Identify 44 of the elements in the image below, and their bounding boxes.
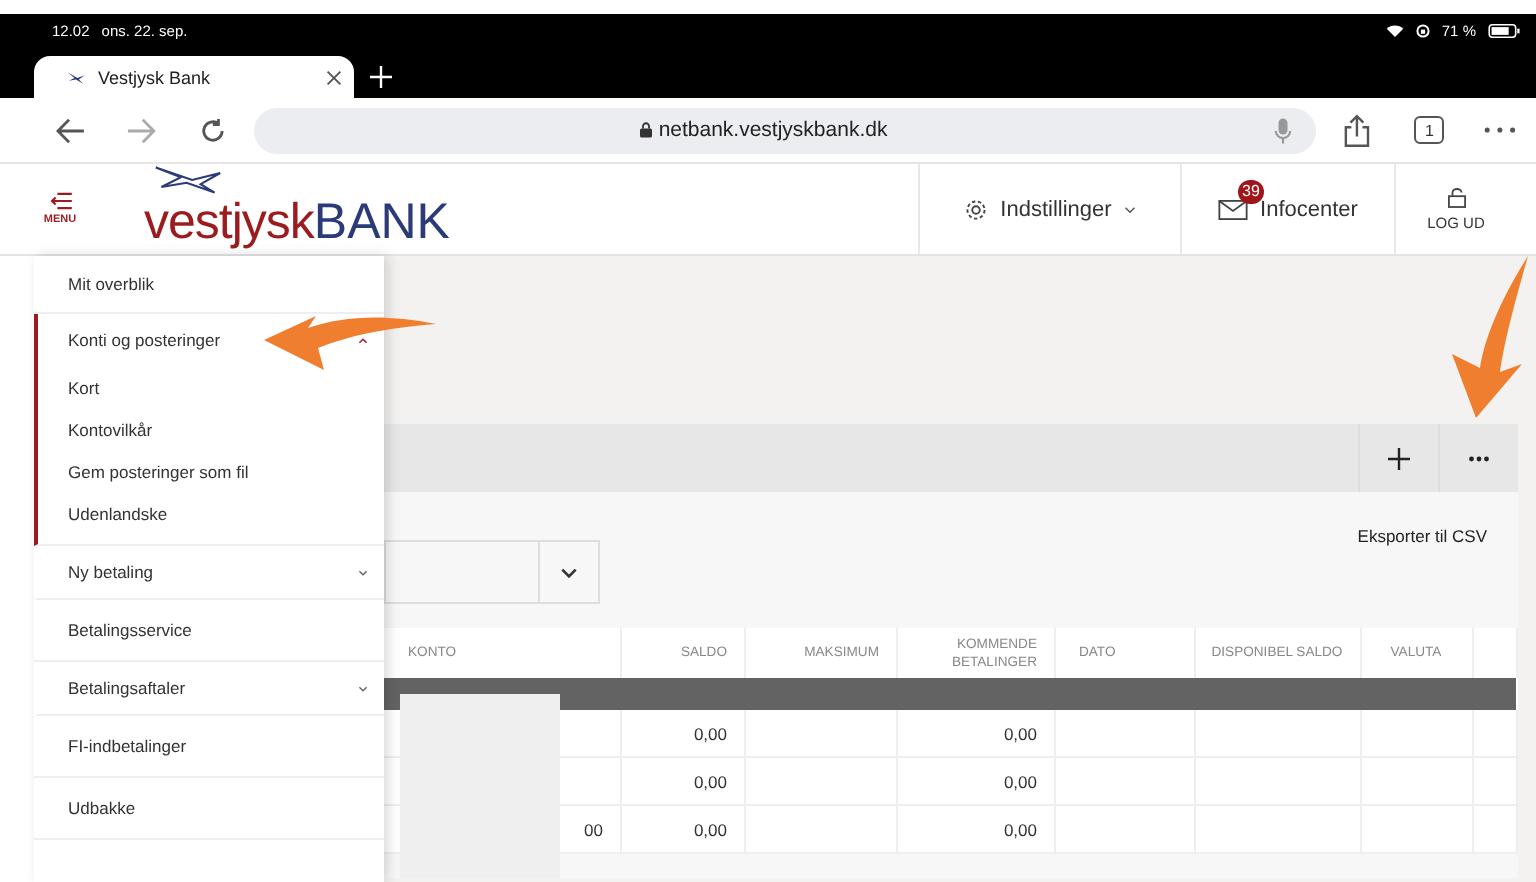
tab-title: Vestjysk Bank <box>98 67 213 87</box>
table-cell: 0,00 <box>620 710 744 757</box>
wifi-icon <box>1385 24 1404 38</box>
reload-icon[interactable] <box>199 117 226 143</box>
more-icon[interactable] <box>1484 126 1517 134</box>
menu-item[interactable]: Udbakke <box>34 778 384 840</box>
bird-icon <box>66 69 86 85</box>
address-bar[interactable]: netbank.vestjyskbank.dk <box>253 107 1317 153</box>
lock-icon <box>640 122 653 138</box>
menu-item[interactable]: Betalingsservice <box>34 600 384 662</box>
table-cell: 0,00 <box>896 805 1054 853</box>
plus-icon <box>1387 447 1409 469</box>
submenu-item[interactable]: Gem posteringer som fil <box>38 450 384 492</box>
envelope-icon <box>1218 199 1249 219</box>
table-cell: 0,00 <box>620 805 744 853</box>
share-icon[interactable] <box>1344 113 1371 147</box>
lock-icon <box>1447 187 1465 207</box>
notification-badge: 39 <box>1238 180 1264 204</box>
table-cell: 0,00 <box>896 710 1054 757</box>
battery-icon <box>1488 24 1520 38</box>
close-icon[interactable] <box>326 69 342 85</box>
submenu-item[interactable]: Kort <box>38 366 384 408</box>
chevron-down-icon <box>358 569 368 575</box>
tabs-button[interactable]: 1 <box>1414 116 1445 144</box>
table-cell: 0,00 <box>896 757 1054 805</box>
submenu-item[interactable]: Udenlandske <box>38 492 384 534</box>
logo-text: vestjyskBANK <box>144 194 450 252</box>
url-text: netbank.vestjyskbank.dk <box>658 118 888 142</box>
chevron-up-icon <box>358 337 368 343</box>
export-csv-link[interactable]: Eksporter til CSV <box>1357 526 1487 546</box>
menu-icon <box>49 192 71 210</box>
new-tab-icon[interactable] <box>370 66 392 88</box>
table-cell: 0,00 <box>620 757 744 805</box>
menu-item[interactable]: FI-indbetalinger <box>34 716 384 778</box>
settings-icon <box>964 197 989 221</box>
submenu-item[interactable]: Kontovilkår <box>38 408 384 450</box>
orientation-lock-icon <box>1415 24 1430 38</box>
chevron-down-icon <box>358 685 368 691</box>
more-icon <box>1467 455 1489 461</box>
chevron-down-icon <box>560 567 578 577</box>
back-icon[interactable] <box>56 117 86 143</box>
menu-item[interactable]: Mit overblik <box>34 256 384 314</box>
browser-tab[interactable]: Vestjysk Bank <box>34 56 354 98</box>
chevron-down-icon <box>1123 205 1136 213</box>
